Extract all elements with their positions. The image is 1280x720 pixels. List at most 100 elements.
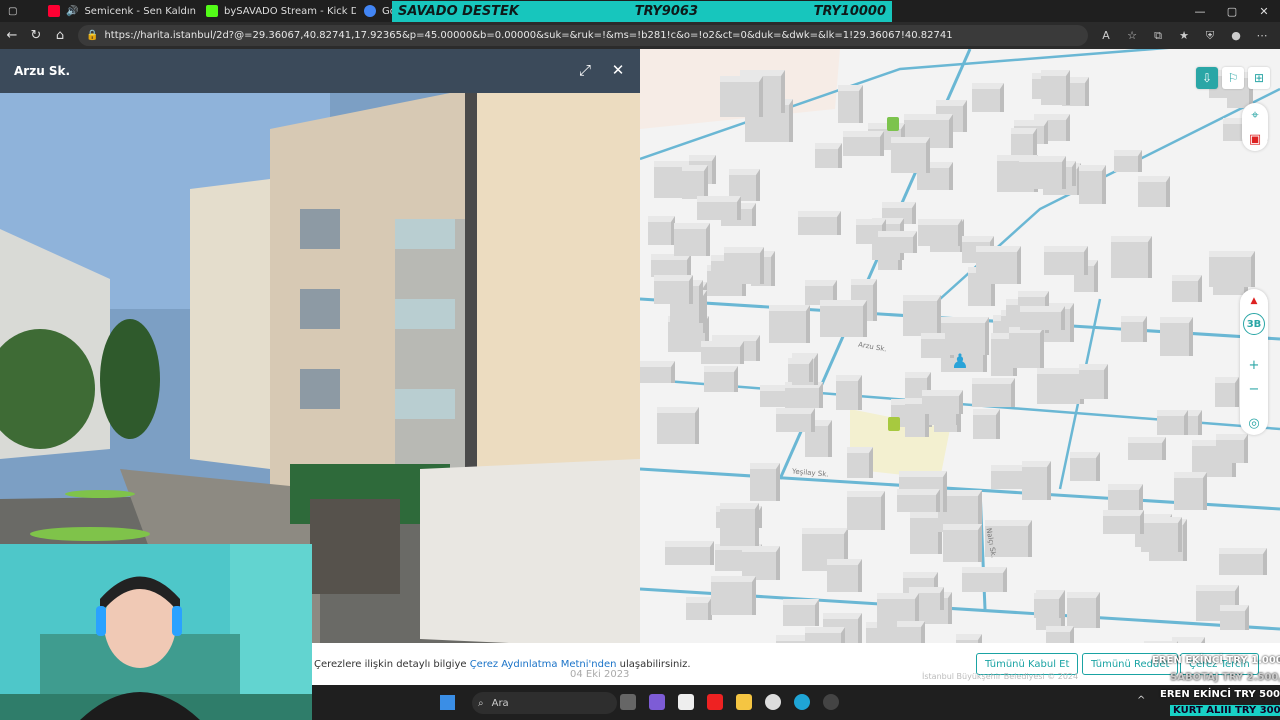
windows-start-icon[interactable] xyxy=(440,695,455,710)
layer-panel: ⌖ ▣ xyxy=(1242,103,1268,151)
webcam-overlay xyxy=(0,544,312,720)
map-building xyxy=(1219,548,1267,575)
back-icon[interactable]: ← xyxy=(0,22,24,49)
donation-entry: SABOTAJ TRY 2.500,00 xyxy=(1170,672,1280,683)
zoom-in-button[interactable]: + xyxy=(1241,353,1267,377)
tab-title: Semicenk - Sen Kaldın (prod xyxy=(84,5,198,17)
map-building xyxy=(838,85,863,123)
map-building xyxy=(1011,128,1037,156)
map-building xyxy=(847,491,885,530)
donation-entry: KURT ALIII TRY 300,00 xyxy=(1170,705,1280,716)
map-panel[interactable]: Arzu Sk. Yeşilay Sk. Nalçı Sk. ♟ ⇩ ⚐ ⊞ ⌖… xyxy=(640,49,1280,685)
edge-icon[interactable] xyxy=(794,694,810,710)
reload-icon[interactable]: ↻ xyxy=(24,22,48,49)
profile-icon[interactable]: ● xyxy=(1224,25,1248,47)
speaker-icon: 🔊 xyxy=(66,5,79,17)
read-aloud-icon[interactable]: A xyxy=(1094,25,1118,47)
cookie-policy-link[interactable]: Çerez Aydınlatma Metni'nden xyxy=(470,659,617,670)
map-building xyxy=(1019,156,1066,189)
map-building xyxy=(1220,605,1249,630)
map-building xyxy=(843,131,884,156)
map-building xyxy=(665,541,714,565)
park-marker-icon[interactable] xyxy=(887,117,899,131)
map-building xyxy=(820,300,867,337)
tab-kick[interactable]: bySAVADO Stream - Kick Dashbo ✕ xyxy=(198,0,356,22)
close-window-icon[interactable]: ✕ xyxy=(1248,0,1280,22)
tab-list-icon: ▢ xyxy=(8,5,18,17)
map-building xyxy=(648,216,675,245)
copilot-icon[interactable] xyxy=(649,694,665,710)
youtube-app-icon[interactable] xyxy=(707,694,723,710)
expand-icon[interactable]: ⤢ xyxy=(575,61,595,79)
map-icon[interactable]: ⚐ xyxy=(1222,67,1244,89)
map-building xyxy=(1020,306,1065,330)
file-explorer-icon[interactable] xyxy=(620,694,636,710)
browser-tools: A ☆ ⧉ ★ ⛨ ● ⋯ xyxy=(1094,25,1280,47)
map-building xyxy=(654,275,693,304)
close-icon[interactable]: ✕ xyxy=(608,61,628,79)
map-building xyxy=(922,390,963,414)
map-building xyxy=(750,463,780,501)
banner-title: SAVADO DESTEK xyxy=(398,4,520,19)
menu-icon[interactable]: ⋯ xyxy=(1250,25,1274,47)
map-building xyxy=(657,407,699,444)
map-building xyxy=(686,597,712,620)
map-building xyxy=(783,599,819,626)
map-building xyxy=(1022,461,1051,500)
tab-google[interactable]: Goo xyxy=(356,0,396,22)
youtube-icon xyxy=(48,5,60,17)
map-building xyxy=(1044,246,1088,275)
banner-current: TRY9063 xyxy=(634,4,698,19)
map-building xyxy=(1037,368,1084,404)
pin-icon[interactable]: ⌖ xyxy=(1242,103,1268,127)
taskbar-search[interactable]: ⌕ Ara xyxy=(472,692,617,714)
url-input[interactable]: 🔒 https://harita.istanbul/2d?@=29.36067,… xyxy=(78,25,1088,46)
url-text: https://harita.istanbul/2d?@=29.36067,40… xyxy=(104,30,953,41)
compass-icon[interactable]: ▲ xyxy=(1241,289,1267,313)
map-building xyxy=(1111,236,1152,278)
shield-icon[interactable]: ⛨ xyxy=(1198,25,1222,47)
map-building xyxy=(943,524,982,562)
street-view-header: Arzu Sk. xyxy=(0,49,640,93)
zoom-out-button[interactable]: − xyxy=(1241,377,1267,401)
pegman-icon[interactable]: ♟ xyxy=(951,349,969,373)
map-building xyxy=(651,254,691,277)
grid-icon[interactable]: ⊞ xyxy=(1248,67,1270,89)
park-marker-icon[interactable] xyxy=(888,417,900,431)
map-building xyxy=(1070,452,1100,481)
tab-actions[interactable]: ▢ xyxy=(0,0,40,22)
capture-date: 04 Eki 2023 xyxy=(570,669,630,680)
map-building xyxy=(827,559,862,592)
istanbul-logo-icon[interactable]: ▣ xyxy=(1242,127,1268,151)
obs-icon[interactable] xyxy=(823,694,839,710)
map-building xyxy=(704,366,738,392)
maximize-icon[interactable]: ▢ xyxy=(1216,0,1248,22)
taskbar: ⌕ Ara ^ xyxy=(312,685,1280,720)
tray-chevron-icon[interactable]: ^ xyxy=(1137,695,1145,706)
store-icon[interactable] xyxy=(678,694,694,710)
minimize-icon[interactable]: — xyxy=(1184,0,1216,22)
home-icon[interactable]: ⌂ xyxy=(48,22,72,49)
address-bar-row: ← ↻ ⌂ 🔒 https://harita.istanbul/2d?@=29.… xyxy=(0,22,1280,49)
tab-title: bySAVADO Stream - Kick Dashbo xyxy=(224,5,356,17)
map-building xyxy=(640,361,675,383)
favorites-icon[interactable]: ★ xyxy=(1172,25,1196,47)
donation-entry: EREN EKİNCİ TRY 500,00 xyxy=(1160,689,1280,700)
music-icon[interactable] xyxy=(765,694,781,710)
map-building xyxy=(918,219,962,246)
map-building xyxy=(724,247,764,284)
map-building xyxy=(891,137,930,173)
streamer-webcam xyxy=(0,544,312,720)
toggle-3d-button[interactable]: 3B xyxy=(1243,313,1265,335)
map-building xyxy=(1009,327,1044,368)
tab-youtube[interactable]: 🔊 Semicenk - Sen Kaldın (prod ✕ xyxy=(40,0,198,22)
extensions-icon[interactable]: ⧉ xyxy=(1146,25,1170,47)
map-building xyxy=(972,378,1015,407)
map-building xyxy=(720,503,759,546)
search-icon: ⌕ xyxy=(478,697,484,709)
layer-user-icon[interactable]: ⇩ xyxy=(1196,67,1218,89)
favorite-icon[interactable]: ☆ xyxy=(1120,25,1144,47)
folder-icon[interactable] xyxy=(736,694,752,710)
locate-icon[interactable]: ◎ xyxy=(1241,411,1267,435)
map-building xyxy=(878,231,917,253)
